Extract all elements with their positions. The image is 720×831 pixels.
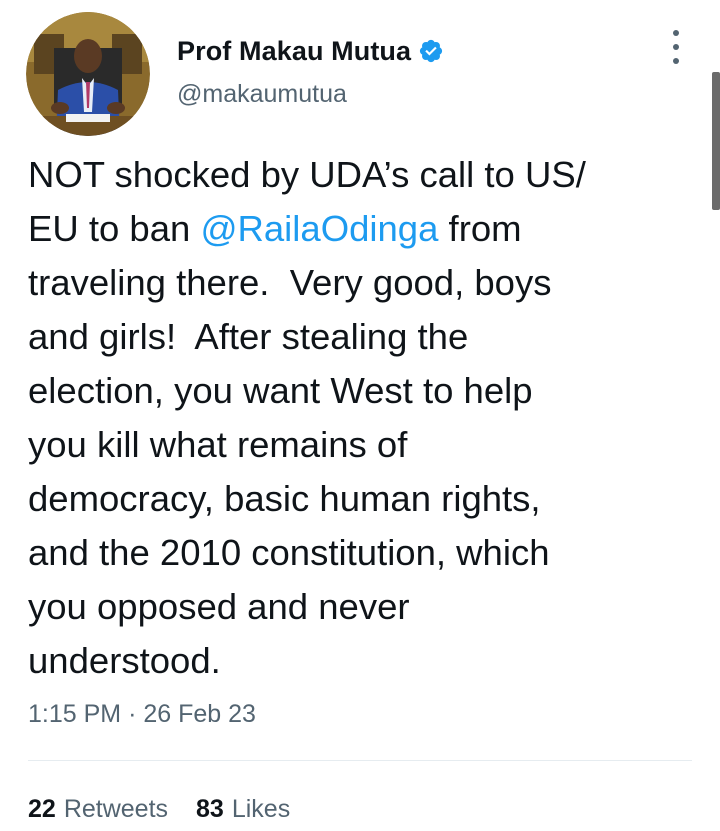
- avatar[interactable]: [26, 12, 150, 136]
- mention-link[interactable]: @RailaOdinga: [200, 208, 438, 249]
- author-display-name[interactable]: Prof Makau Mutua: [177, 36, 411, 67]
- tweet-timestamp[interactable]: 1:15 PM · 26 Feb 23: [28, 700, 256, 729]
- engagement-stats: 22 Retweets 83 Likes: [28, 795, 290, 824]
- tweet-text-segment: from traveling there. Very good, boys an…: [28, 208, 552, 681]
- likes-count: 83: [196, 795, 224, 823]
- divider: [28, 760, 692, 761]
- verified-badge-icon: [418, 38, 444, 64]
- more-vertical-icon[interactable]: [666, 30, 686, 64]
- tweet-time[interactable]: 1:15 PM: [28, 700, 121, 728]
- more-dot: [673, 58, 679, 64]
- author-handle[interactable]: @makaumutua: [177, 80, 347, 109]
- avatar-image: [26, 12, 150, 136]
- retweets-count: 22: [28, 795, 56, 823]
- retweets-stat[interactable]: 22 Retweets: [28, 795, 168, 824]
- likes-stat[interactable]: 83 Likes: [196, 795, 290, 824]
- more-dot: [673, 30, 679, 36]
- tweet-container: Prof Makau Mutua @makaumutua NOT shocked…: [0, 0, 720, 831]
- scrollbar[interactable]: [712, 72, 720, 210]
- more-dot: [673, 44, 679, 50]
- likes-label: Likes: [231, 795, 291, 823]
- timestamp-separator: ·: [128, 700, 137, 728]
- tweet-text: NOT shocked by UDA’s call to US/ EU to b…: [28, 148, 678, 688]
- retweets-label: Retweets: [63, 795, 169, 823]
- author-name-row[interactable]: Prof Makau Mutua: [177, 33, 444, 69]
- tweet-date[interactable]: 26 Feb 23: [143, 700, 256, 728]
